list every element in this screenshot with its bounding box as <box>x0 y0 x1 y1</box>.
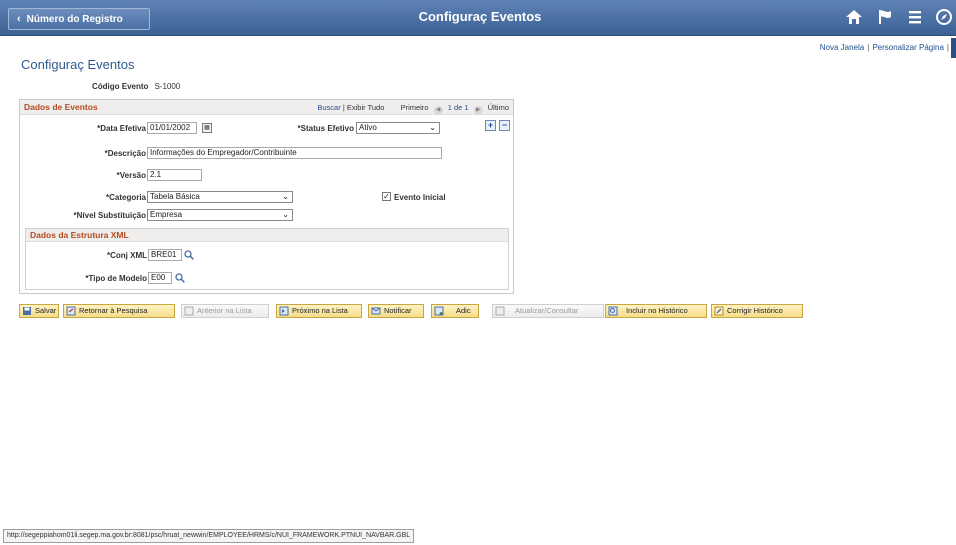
event-data-header: Dados de Eventos Buscar | Exibir Tudo Pr… <box>20 100 513 115</box>
xml-structure-header: Dados da Estrutura XML <box>26 229 508 242</box>
correct-history-button[interactable]: Corrigir Histórico <box>711 304 803 318</box>
next-icon <box>279 306 289 316</box>
back-button[interactable]: ‹ Número do Registro <box>8 8 150 30</box>
previous-icon <box>184 306 194 316</box>
update-display-button[interactable]: Atualizar/Consultar <box>492 304 604 318</box>
lookup-search-icon[interactable] <box>175 273 185 283</box>
row-count: 1 de 1 <box>447 103 469 112</box>
back-button-label: Número do Registro <box>26 14 123 25</box>
add-button[interactable]: Adic <box>431 304 479 318</box>
save-button-label: Salvar <box>35 306 57 315</box>
description-input[interactable]: Informações do Empregador/Contribuinte <box>147 147 442 159</box>
initial-event-checkbox[interactable]: ✓ <box>382 192 391 201</box>
initial-event-label: Evento Inicial <box>394 193 446 202</box>
model-type-label: *Tipo de Modelo <box>85 274 147 283</box>
include-history-button[interactable]: Incluir no Histórico <box>605 304 707 318</box>
flag-icon[interactable] <box>875 8 895 28</box>
effective-date-label: *Data Efetiva <box>97 124 146 133</box>
save-icon <box>23 307 31 315</box>
correct-history-icon <box>714 306 724 316</box>
save-button[interactable]: Salvar <box>19 304 59 318</box>
home-icon[interactable] <box>844 8 864 28</box>
event-code-value: S-1000 <box>154 82 181 91</box>
update-icon <box>495 306 505 316</box>
next-in-list-label: Próximo na Lista <box>292 306 348 315</box>
status-label: *Status Efetivo <box>297 124 354 133</box>
lookup-search-icon[interactable] <box>184 250 194 260</box>
status-select[interactable]: Ativo ⌄ <box>356 122 440 134</box>
notify-label: Notificar <box>384 306 412 315</box>
version-label: *Versão <box>116 171 146 180</box>
event-code-row: Código Evento S-1000 <box>92 82 180 91</box>
substitution-level-value: Empresa <box>150 210 183 219</box>
link-separator: | <box>946 43 949 52</box>
last-label: Último <box>487 103 509 112</box>
top-banner: ‹ Número do Registro Configuraç Eventos <box>0 0 956 36</box>
notify-icon <box>371 307 381 315</box>
model-type-input[interactable]: E00 <box>148 272 172 284</box>
return-to-search-button[interactable]: Retornar à Pesquisa <box>63 304 175 318</box>
include-history-icon <box>608 306 618 316</box>
add-icon <box>434 306 444 316</box>
next-in-list-button[interactable]: Próximo na Lista <box>276 304 362 318</box>
calendar-icon[interactable]: ▦ <box>202 123 212 133</box>
find-link[interactable]: Buscar <box>317 103 340 112</box>
delete-row-button[interactable]: − <box>499 120 510 131</box>
link-separator: | <box>867 43 870 52</box>
add-row-button[interactable]: + <box>485 120 496 131</box>
status-select-value: Ativo <box>359 123 377 132</box>
notify-button[interactable]: Notificar <box>368 304 424 318</box>
description-label: *Descrição <box>104 149 146 158</box>
event-data-title: Dados de Eventos <box>24 102 98 112</box>
previous-in-list-label: Anterior na Lista <box>197 306 252 315</box>
chevron-left-icon: ‹ <box>17 13 21 25</box>
xml-structure-group: Dados da Estrutura XML *Conj XML BRE01 *… <box>25 228 509 290</box>
substitution-level-select[interactable]: Empresa ⌄ <box>147 209 293 221</box>
personalize-page-link[interactable]: Personalizar Página <box>872 43 944 52</box>
return-icon <box>66 306 76 316</box>
new-window-link[interactable]: Nova Janela <box>820 43 864 52</box>
navbar-icon[interactable] <box>934 8 954 28</box>
menu-icon[interactable] <box>905 8 925 28</box>
previous-arrow-icon[interactable]: ◀ <box>433 106 443 115</box>
category-select-value: Tabela Básica <box>150 192 200 201</box>
return-to-search-label: Retornar à Pesquisa <box>79 306 148 315</box>
substitution-level-label: *Nível Substituição <box>73 211 146 220</box>
category-select[interactable]: Tabela Básica ⌄ <box>147 191 293 203</box>
previous-in-list-button[interactable]: Anterior na Lista <box>181 304 269 318</box>
page-links: Nova Janela | Personalizar Página | <box>820 43 952 52</box>
xml-structure-title: Dados da Estrutura XML <box>30 230 129 240</box>
event-data-group: Dados de Eventos Buscar | Exibir Tudo Pr… <box>19 99 514 294</box>
page-title: Configuraç Eventos <box>21 57 135 72</box>
version-input[interactable]: 2.1 <box>147 169 202 181</box>
status-bar-url: http://segeppiahom01li.segep.ma.gov.br:8… <box>3 529 415 543</box>
view-all-link[interactable]: Exibir Tudo <box>347 103 385 112</box>
correct-history-label: Corrigir Histórico <box>727 306 783 315</box>
effective-date-input[interactable]: 01/01/2002 <box>147 122 197 134</box>
first-label: Primeiro <box>400 103 429 112</box>
update-display-label: Atualizar/Consultar <box>515 306 579 315</box>
include-history-label: Incluir no Histórico <box>626 306 688 315</box>
chevron-down-icon: ⌄ <box>429 123 436 132</box>
event-code-label: Código Evento <box>92 82 149 91</box>
chevron-down-icon: ⌄ <box>282 192 289 201</box>
row-navigation: Buscar | Exibir Tudo Primeiro ◀ 1 de 1 ▶… <box>317 103 509 115</box>
chevron-down-icon: ⌄ <box>282 210 289 219</box>
banner-title: Configuraç Eventos <box>418 9 542 24</box>
xml-set-input[interactable]: BRE01 <box>148 249 182 261</box>
add-label: Adic <box>456 306 471 315</box>
xml-set-label: *Conj XML <box>107 251 147 260</box>
category-label: *Categoria <box>105 193 146 202</box>
next-arrow-icon[interactable]: ▶ <box>473 106 483 115</box>
